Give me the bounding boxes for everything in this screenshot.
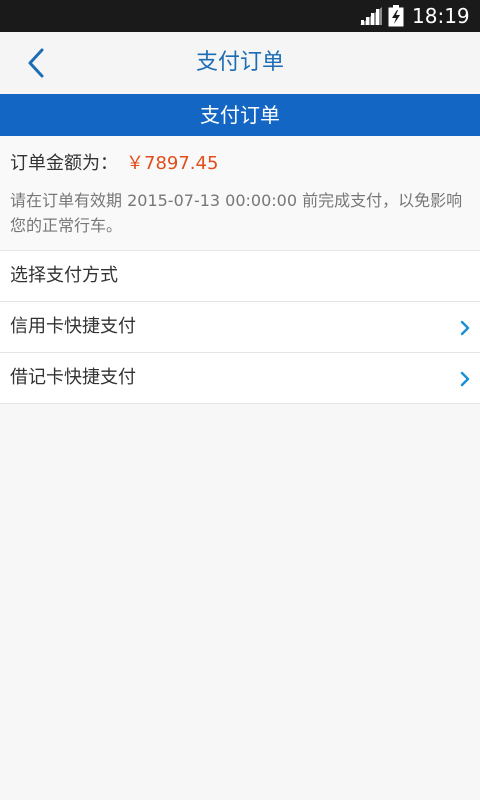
chevron-right-icon — [460, 371, 470, 387]
status-bar: 18:19 — [0, 0, 480, 32]
nav-title: 支付订单 — [195, 50, 284, 75]
signal-icon — [360, 7, 382, 25]
section-label: 选择支付方式 — [10, 265, 118, 286]
debit-card-payment-option[interactable]: 借记卡快捷支付 — [0, 353, 480, 404]
chevron-right-icon — [460, 320, 470, 336]
debit-card-label: 借记卡快捷支付 — [10, 367, 136, 388]
order-info: 订单金额为： ￥7897.45 请在订单有效期 2015-07-13 00:00:… — [0, 136, 480, 251]
status-time: 18:19 — [412, 4, 470, 28]
credit-card-label: 信用卡快捷支付 — [10, 316, 136, 337]
amount-label: 订单金额为： — [10, 153, 118, 174]
nav-bar: 支付订单 — [0, 32, 480, 94]
order-deadline-note: 请在订单有效期 2015-07-13 00:00:00 前完成支付，以免影响您的… — [10, 191, 463, 235]
battery-charging-icon — [388, 5, 404, 27]
credit-card-payment-option[interactable]: 信用卡快捷支付 — [0, 302, 480, 353]
header-band: 支付订单 — [0, 94, 480, 136]
header-title: 支付订单 — [200, 103, 280, 127]
amount-line: 订单金额为： ￥7897.45 — [10, 152, 218, 176]
amount-value: ￥7897.45 — [126, 153, 219, 174]
payment-method-heading: 选择支付方式 — [0, 251, 480, 302]
